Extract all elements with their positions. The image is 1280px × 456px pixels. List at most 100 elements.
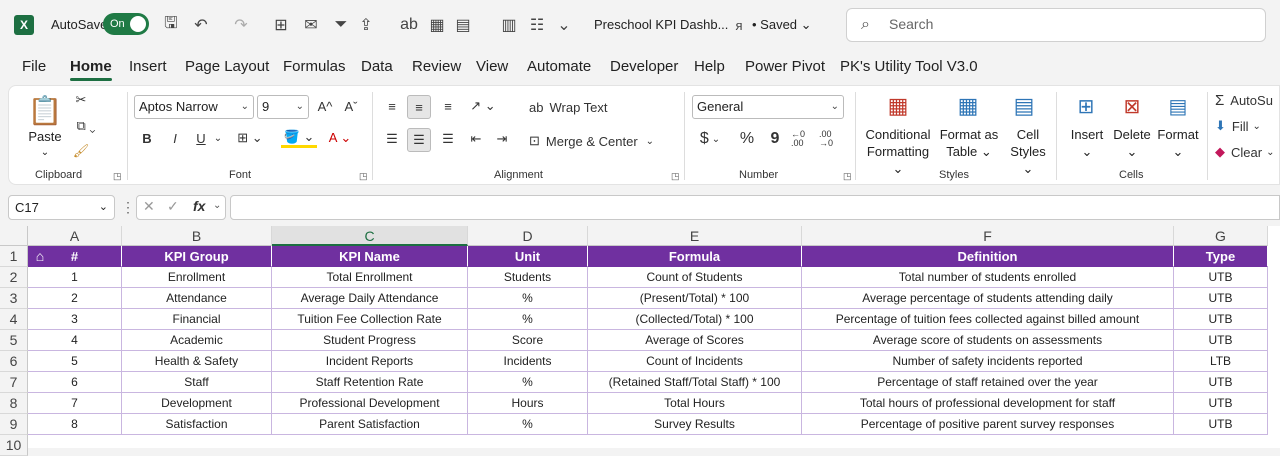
table-cell[interactable]: (Collected/Total) * 100 <box>588 309 802 330</box>
user-icon[interactable]: ᴙ <box>728 14 750 36</box>
cancel-icon[interactable]: ✕ <box>143 198 155 215</box>
tab-page-layout[interactable]: Page Layout <box>185 58 269 75</box>
shrink-font-icon[interactable]: Aˇ <box>341 96 361 116</box>
share-icon[interactable]: ⇪ <box>355 14 377 36</box>
table-header-cell[interactable]: Unit <box>468 246 588 267</box>
align-middle-icon[interactable]: ≡ <box>407 95 431 119</box>
table-cell[interactable]: Hours <box>468 393 588 414</box>
tab-formulas[interactable]: Formulas <box>283 58 346 75</box>
row-header[interactable]: 10 <box>0 435 28 456</box>
number-launcher-icon[interactable]: ◳ <box>843 171 852 182</box>
comma-button[interactable]: 9 <box>765 128 785 150</box>
table-cell[interactable]: (Present/Total) * 100 <box>588 288 802 309</box>
column-header-e[interactable]: E <box>588 226 802 246</box>
table-cell[interactable]: Academic <box>122 330 272 351</box>
table-cell[interactable]: UTB <box>1174 309 1268 330</box>
tab-help[interactable]: Help <box>694 58 725 75</box>
spelling-icon[interactable]: ab <box>398 14 420 36</box>
fill-button[interactable]: ⬇ Fill ⌄ <box>1215 116 1280 136</box>
calculator-icon[interactable]: ▥ <box>498 14 520 36</box>
name-box[interactable]: C17 ⌄ <box>8 195 115 220</box>
save-icon[interactable]: 🖫 <box>160 14 182 36</box>
saved-status[interactable]: • Saved ⌄ <box>752 17 812 33</box>
cell-styles-icon[interactable]: ▤ <box>1009 92 1039 120</box>
table-cell[interactable]: Students <box>468 267 588 288</box>
tab-data[interactable]: Data <box>361 58 393 75</box>
table-cell[interactable]: Incidents <box>468 351 588 372</box>
table-cell[interactable]: UTB <box>1174 372 1268 393</box>
table-cell[interactable]: Count of Incidents <box>588 351 802 372</box>
table-cell[interactable]: Professional Development <box>272 393 468 414</box>
table-cell[interactable]: Enrollment <box>122 267 272 288</box>
table-cell[interactable]: Staff Retention Rate <box>272 372 468 393</box>
row-header[interactable]: 1 <box>0 246 28 267</box>
row-header[interactable]: 4 <box>0 309 28 330</box>
table-cell[interactable]: Total Enrollment <box>272 267 468 288</box>
table-header-cell[interactable]: KPI Name <box>272 246 468 267</box>
table-cell[interactable]: Staff <box>122 372 272 393</box>
table-cell[interactable]: Total number of students enrolled <box>802 267 1174 288</box>
table-cell[interactable]: Student Progress <box>272 330 468 351</box>
table-cell[interactable]: UTB <box>1174 393 1268 414</box>
table-header-cell[interactable]: Definition <box>802 246 1174 267</box>
format-cells-button[interactable]: Format ⌄ <box>1155 126 1201 160</box>
undo-icon[interactable]: ↶ <box>190 14 212 36</box>
delete-cells-button[interactable]: Delete ⌄ <box>1111 126 1153 160</box>
table-cell[interactable]: Health & Safety <box>122 351 272 372</box>
column-header-a[interactable]: A <box>28 226 122 246</box>
table-cell[interactable]: Average of Scores <box>588 330 802 351</box>
paste-dropdown-icon[interactable]: ⌄ <box>37 144 53 161</box>
autosave-toggle[interactable]: On <box>103 13 149 35</box>
filter-icon[interactable]: ⏷ <box>330 14 352 36</box>
font-size-select[interactable]: 9 ⌄ <box>257 95 309 119</box>
insert-function-button[interactable]: fx <box>193 198 205 214</box>
table-cell[interactable]: Percentage of staff retained over the ye… <box>802 372 1174 393</box>
table-cell[interactable]: Parent Satisfaction <box>272 414 468 435</box>
home-icon[interactable]: ⌂ <box>30 247 50 266</box>
row-header[interactable]: 7 <box>0 372 28 393</box>
table-cell[interactable]: 7 <box>28 393 122 414</box>
tab-pk-utility[interactable]: PK's Utility Tool V3.0 <box>840 58 978 75</box>
column-header-g[interactable]: G <box>1174 226 1268 246</box>
cut-icon[interactable]: ✂ <box>71 90 91 110</box>
bold-button[interactable]: B <box>137 128 157 148</box>
font-launcher-icon[interactable]: ◳ <box>359 171 368 182</box>
merge-center-button[interactable]: ⊡ Merge & Center ⌄ <box>529 130 659 152</box>
decrease-decimal-button[interactable]: .00 →0 <box>819 128 843 150</box>
row-header[interactable]: 6 <box>0 351 28 372</box>
tab-developer[interactable]: Developer <box>610 58 678 75</box>
increase-decimal-button[interactable]: ←0 .00 <box>791 128 815 150</box>
percent-button[interactable]: % <box>735 128 759 150</box>
paste-button[interactable]: Paste <box>27 128 63 145</box>
fx-dropdown-icon[interactable]: ⌄ <box>213 200 221 211</box>
grow-font-icon[interactable]: A^ <box>315 96 335 116</box>
row-header[interactable]: 2 <box>0 267 28 288</box>
table-cell[interactable]: UTB <box>1174 288 1268 309</box>
select-all-corner[interactable] <box>0 226 28 246</box>
paste-icon[interactable]: 📋 <box>28 92 63 128</box>
align-left-icon[interactable]: ☰ <box>381 128 403 150</box>
table-cell[interactable]: Financial <box>122 309 272 330</box>
tab-automate[interactable]: Automate <box>527 58 591 75</box>
formula-input[interactable] <box>230 195 1280 220</box>
wrap-text-button[interactable]: ab Wrap Text <box>529 96 629 118</box>
tab-review[interactable]: Review <box>412 58 461 75</box>
table-cell[interactable]: 4 <box>28 330 122 351</box>
table-cell[interactable]: 5 <box>28 351 122 372</box>
table-cell[interactable]: Average percentage of students attending… <box>802 288 1174 309</box>
more-options-icon[interactable]: ⋮ <box>121 199 135 216</box>
table-cell[interactable]: % <box>468 288 588 309</box>
align-top-icon[interactable]: ≡ <box>381 95 403 117</box>
tab-view[interactable]: View <box>476 58 508 75</box>
row-header[interactable]: 8 <box>0 393 28 414</box>
align-center-icon[interactable]: ☰ <box>407 128 431 152</box>
table-cell[interactable]: UTB <box>1174 267 1268 288</box>
conditional-formatting-icon[interactable]: ▦ <box>883 92 913 120</box>
table-cell[interactable]: % <box>468 309 588 330</box>
row-header[interactable]: 9 <box>0 414 28 435</box>
table-cell[interactable]: Development <box>122 393 272 414</box>
search-input[interactable] <box>889 16 1249 32</box>
font-name-select[interactable]: Aptos Narrow ⌄ <box>134 95 254 119</box>
table-cell[interactable]: Incident Reports <box>272 351 468 372</box>
table-cell[interactable]: Tuition Fee Collection Rate <box>272 309 468 330</box>
